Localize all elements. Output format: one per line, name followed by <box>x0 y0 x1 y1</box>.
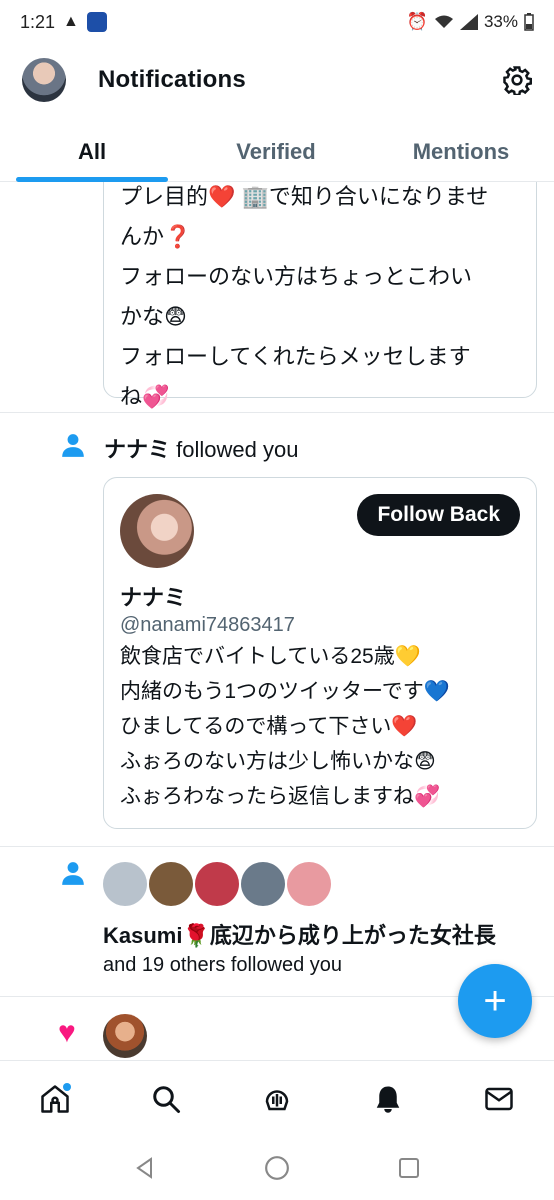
card-text-line: んか❓ <box>120 224 192 249</box>
signal-icon <box>459 14 478 30</box>
person-icon <box>62 862 84 885</box>
nav-notifications[interactable] <box>358 1069 418 1129</box>
follower-avatars <box>103 862 331 906</box>
avatar[interactable] <box>103 1014 147 1058</box>
card-text-line: かな😨 <box>120 304 187 329</box>
bottom-nav <box>0 1060 554 1136</box>
person-icon <box>62 434 84 457</box>
avatar[interactable] <box>241 862 285 906</box>
heart-icon: ♥ <box>58 1016 76 1049</box>
bio-line: ふぉろのない方は少し怖いかな😨 <box>120 750 436 773</box>
bell-icon <box>376 1086 400 1113</box>
quoted-profile-card[interactable]: プレ目的❤️ 🏢で知り合いになりませ んか❓ フォローのない方はちょっとこわい … <box>103 182 537 409</box>
header: Notifications <box>0 44 554 116</box>
avatar[interactable] <box>103 862 147 906</box>
nav-spaces[interactable] <box>247 1069 307 1129</box>
profile-handle: @nanami74863417 <box>120 614 295 636</box>
card-text-line: フォローのない方はちょっとこわい <box>120 264 473 289</box>
bio-line: 飲食店でバイトしている25歳💛 <box>120 645 421 668</box>
avatar[interactable] <box>149 862 193 906</box>
bio-line: 内緒のもう1つのツイッターです💙 <box>120 680 450 703</box>
recents-icon[interactable] <box>397 1156 421 1180</box>
status-bar: 1:21 ▲ ⏰ 33% <box>0 0 554 44</box>
battery-icon <box>524 13 534 31</box>
avatar[interactable] <box>287 862 331 906</box>
follow-action: followed you <box>176 437 299 462</box>
android-nav-bar <box>0 1136 554 1200</box>
unread-dot <box>63 1082 72 1091</box>
follower-profile-card[interactable]: Follow Back ナナミ @nanami74863417 飲食店でバイトし… <box>103 477 537 829</box>
tab-mentions[interactable]: Mentions <box>368 122 554 181</box>
home-circle-icon[interactable] <box>264 1155 290 1181</box>
profile-bio: 飲食店でバイトしている25歳💛 内緒のもう1つのツイッターです💙 ひましてるので… <box>120 639 520 814</box>
follower-avatar[interactable] <box>120 494 194 568</box>
follow-text: ナナミ followed you <box>104 432 298 464</box>
bio-line: ひましてるので構って下さい❤️ <box>120 715 418 738</box>
card-text-line: プレ目的❤️ 🏢で知り合いになりませ <box>120 184 489 209</box>
bio-line: ふぉろわなったら返信しますね💞 <box>120 785 441 808</box>
nav-search[interactable] <box>136 1069 196 1129</box>
divider <box>0 412 554 413</box>
battery-percent: 33% <box>483 12 518 31</box>
card-text-line: ね💞 <box>120 384 170 409</box>
profile-display-name: ナナミ <box>120 585 187 610</box>
status-time: 1:21 <box>20 11 56 32</box>
my-avatar[interactable] <box>22 58 66 102</box>
card-text-line: フォローしてくれたらメッセします <box>120 344 471 369</box>
alarm-icon: ⏰ <box>406 12 428 31</box>
follow-summary: and 19 others followed you <box>103 954 343 976</box>
back-icon[interactable] <box>133 1156 157 1180</box>
divider <box>0 846 554 847</box>
tab-verified[interactable]: Verified <box>184 122 368 181</box>
tab-all[interactable]: All <box>0 122 184 182</box>
page-title: Notifications <box>98 66 246 93</box>
settings-gear-icon[interactable] <box>502 65 532 95</box>
warning-icon: ▲ <box>63 13 79 30</box>
tab-bar: All Verified Mentions <box>0 122 554 182</box>
app-notification-icon <box>86 12 107 32</box>
mail-icon <box>484 1087 513 1110</box>
notifications-feed[interactable]: プレ目的❤️ 🏢で知り合いになりませ んか❓ フォローのない方はちょっとこわい … <box>0 182 554 1060</box>
follower-name[interactable]: ナナミ <box>104 437 170 462</box>
search-icon <box>153 1085 181 1113</box>
follower-name[interactable]: Kasumi🌹底辺から成り上がった女社長 <box>103 918 496 950</box>
follow-back-button[interactable]: Follow Back <box>357 494 520 536</box>
compose-fab-button[interactable]: + <box>458 964 532 1038</box>
nav-home[interactable] <box>25 1069 85 1129</box>
nav-messages[interactable] <box>469 1069 529 1129</box>
spaces-icon <box>265 1089 289 1110</box>
avatar[interactable] <box>195 862 239 906</box>
wifi-icon <box>434 15 453 28</box>
